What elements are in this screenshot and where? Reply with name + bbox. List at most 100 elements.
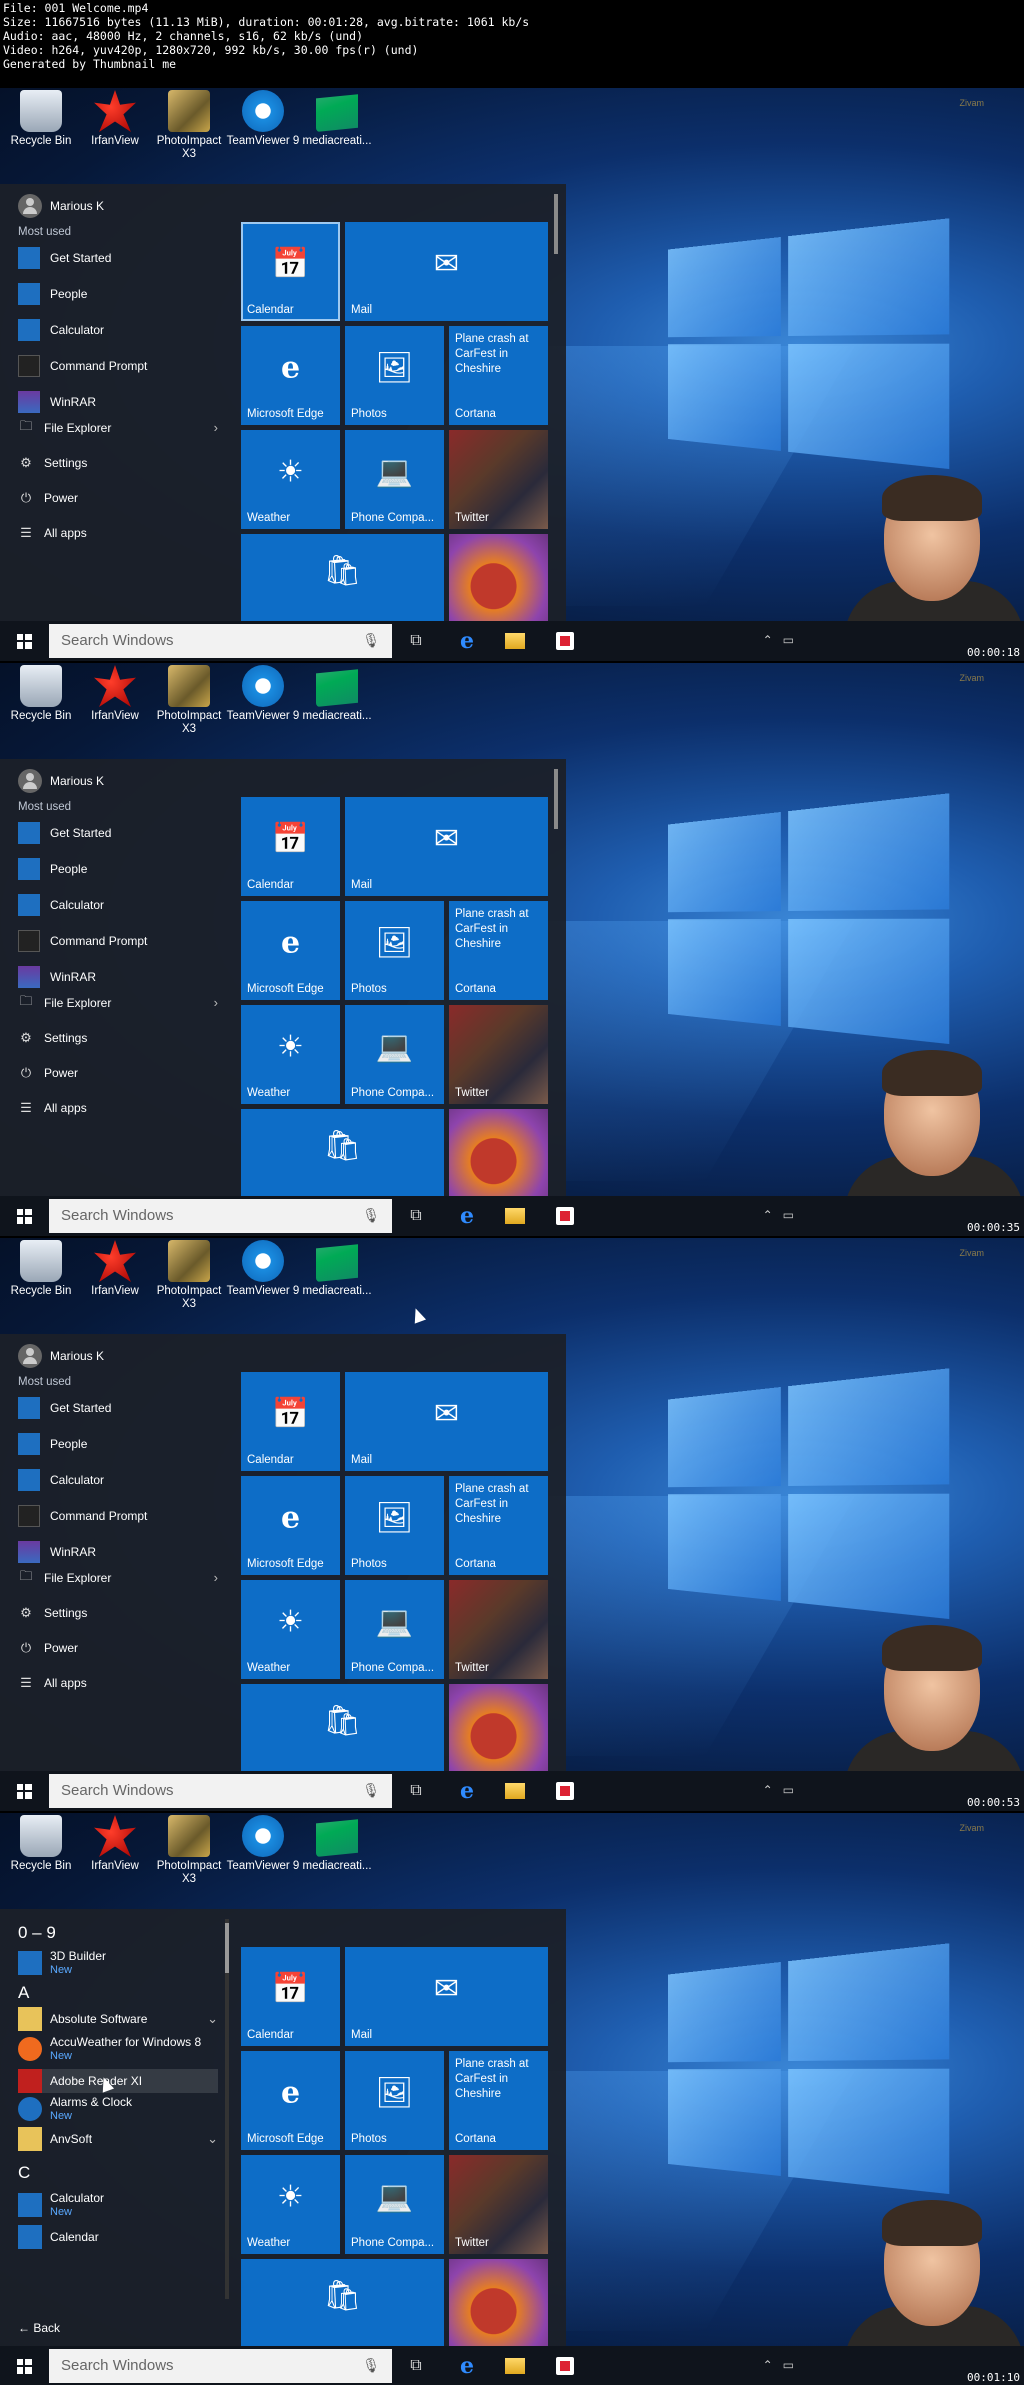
chevron-down-icon[interactable]: ⌄ [207,2011,218,2027]
start-item-all-apps[interactable]: ☰ All apps [18,515,218,550]
start-item-people[interactable]: People [18,1426,147,1462]
start-item-get-started[interactable]: Get Started [18,1390,147,1426]
app-calculator[interactable]: Calculator New [18,2191,218,2219]
tile-edge[interactable]: e Microsoft Edge [241,1476,340,1575]
tile-twitter[interactable]: Twitter [449,2155,548,2254]
desktop-icon-irfanview[interactable]: IrfanView [78,1815,152,1886]
chevron-right-icon[interactable]: › [214,1570,218,1585]
chevron-right-icon[interactable]: › [214,420,218,435]
tile-mail[interactable]: ✉ Mail [345,1372,548,1471]
store-taskbar-icon[interactable] [556,1207,574,1225]
desktop-icon-teamviewer[interactable]: TeamViewer 9 [226,90,300,161]
store-taskbar-icon[interactable] [556,1782,574,1800]
desktop-icon-teamviewer[interactable]: TeamViewer 9 [226,1240,300,1311]
desktop-icon-recycle-bin[interactable]: Recycle Bin [4,665,78,736]
tile-photos[interactable]: 🖼 Photos [345,901,444,1000]
desktop-icon-irfanview[interactable]: IrfanView [78,665,152,736]
tile-candy-crush[interactable] [449,1109,548,1196]
start-item-calculator[interactable]: Calculator [18,312,147,348]
tile-photos[interactable]: 🖼 Photos [345,326,444,425]
microphone-icon[interactable]: 🎙 [362,1782,380,1799]
desktop-icon-mediacreation[interactable]: mediacreati... [300,90,374,161]
start-item-all-apps[interactable]: ☰ All apps [18,1090,218,1125]
desktop-icon-recycle-bin[interactable]: Recycle Bin [4,1815,78,1886]
start-item-get-started[interactable]: Get Started [18,240,147,276]
desktop-icon-photoimpact[interactable]: PhotoImpact X3 [152,1815,226,1886]
tile-twitter[interactable]: Twitter [449,430,548,529]
edge-taskbar-icon[interactable]: e [455,2353,479,2379]
chevron-right-icon[interactable]: › [214,995,218,1010]
tile-store[interactable]: 🛍 [241,2259,444,2346]
store-taskbar-icon[interactable] [556,2357,574,2375]
task-view-icon[interactable]: ⧉ [404,629,428,653]
tile-weather[interactable]: ☀ Weather [241,2155,340,2254]
desktop-icon-recycle-bin[interactable]: Recycle Bin [4,90,78,161]
file-explorer-taskbar-icon[interactable] [505,633,525,649]
tile-edge[interactable]: e Microsoft Edge [241,901,340,1000]
start-item-power[interactable]: ⏻ Power [18,1630,218,1665]
tile-phone-companion[interactable]: 💻 Phone Compa... [345,1005,444,1104]
app-anvsoft[interactable]: AnvSoft ⌄ [18,2127,218,2151]
file-explorer-taskbar-icon[interactable] [505,2358,525,2374]
task-view-icon[interactable]: ⧉ [404,1779,428,1803]
tile-phone-companion[interactable]: 💻 Phone Compa... [345,1580,444,1679]
start-item-command-prompt[interactable]: Command Prompt [18,348,147,384]
chevron-down-icon[interactable]: ⌄ [207,2131,218,2147]
start-item-people[interactable]: People [18,851,147,887]
tile-store[interactable]: 🛍 [241,1684,444,1771]
app-3d-builder[interactable]: 3D Builder New [18,1949,218,1977]
start-item-settings[interactable]: ⚙ Settings [18,1020,218,1055]
tile-cortana[interactable]: Plane crash at CarFest in Cheshire Cortan… [449,2051,548,2150]
start-item-calculator[interactable]: Calculator [18,1462,147,1498]
desktop-icon-photoimpact[interactable]: PhotoImpact X3 [152,1240,226,1311]
start-button[interactable] [0,2346,48,2385]
start-button[interactable] [0,1196,48,1236]
task-view-icon[interactable]: ⧉ [404,1204,428,1228]
microphone-icon[interactable]: 🎙 [362,1207,380,1224]
tile-cortana[interactable]: Plane crash at CarFest in Cheshire Cortan… [449,901,548,1000]
tile-calendar[interactable]: 📅 Calendar [241,797,340,896]
app-accuweather[interactable]: AccuWeather for Windows 8 New [18,2035,218,2063]
search-box[interactable]: Search Windows 🎙 [49,2349,392,2383]
desktop-icon-teamviewer[interactable]: TeamViewer 9 [226,665,300,736]
user-account[interactable]: Marious K [18,194,104,218]
tile-weather[interactable]: ☀ Weather [241,1005,340,1104]
tile-phone-companion[interactable]: 💻 Phone Compa... [345,430,444,529]
tile-calendar[interactable]: 📅 Calendar [241,1372,340,1471]
tile-photos[interactable]: 🖼 Photos [345,1476,444,1575]
start-item-command-prompt[interactable]: Command Prompt [18,923,147,959]
file-explorer-taskbar-icon[interactable] [505,1208,525,1224]
start-item-power[interactable]: ⏻ Power [18,480,218,515]
search-box[interactable]: Search Windows 🎙 [49,624,392,658]
tile-phone-companion[interactable]: 💻 Phone Compa... [345,2155,444,2254]
start-item-power[interactable]: ⏻ Power [18,1055,218,1090]
app-calendar[interactable]: Calendar [18,2225,218,2249]
edge-taskbar-icon[interactable]: e [455,1778,479,1804]
desktop-icon-mediacreation[interactable]: mediacreati... [300,1240,374,1311]
tile-weather[interactable]: ☀ Weather [241,1580,340,1679]
start-item-file-explorer[interactable]: 🗀 File Explorer › [18,1560,218,1595]
start-item-calculator[interactable]: Calculator [18,887,147,923]
user-account[interactable]: Marious K [18,769,104,793]
app-adobe-reader[interactable]: Adobe Reader XI [18,2069,218,2093]
start-item-settings[interactable]: ⚙ Settings [18,1595,218,1630]
tile-edge[interactable]: e Microsoft Edge [241,2051,340,2150]
task-view-icon[interactable]: ⧉ [404,2354,428,2378]
start-item-get-started[interactable]: Get Started [18,815,147,851]
tile-calendar[interactable]: 📅 Calendar [241,222,340,321]
start-scrollbar[interactable] [554,194,558,254]
edge-taskbar-icon[interactable]: e [455,1203,479,1229]
desktop-icon-recycle-bin[interactable]: Recycle Bin [4,1240,78,1311]
tile-store[interactable]: 🛍 [241,534,444,621]
tile-calendar[interactable]: 📅 Calendar [241,1947,340,2046]
tile-photos[interactable]: 🖼 Photos [345,2051,444,2150]
system-tray[interactable]: ⌃ ▭ [763,1783,794,1797]
microphone-icon[interactable]: 🎙 [362,632,380,649]
start-scrollbar[interactable] [554,769,558,829]
group-header-a[interactable]: A [18,1983,29,2003]
system-tray[interactable]: ⌃ ▭ [763,2358,794,2372]
tile-edge[interactable]: e Microsoft Edge [241,326,340,425]
user-account[interactable]: Marious K [18,1344,104,1368]
tile-mail[interactable]: ✉ Mail [345,1947,548,2046]
tile-twitter[interactable]: Twitter [449,1005,548,1104]
